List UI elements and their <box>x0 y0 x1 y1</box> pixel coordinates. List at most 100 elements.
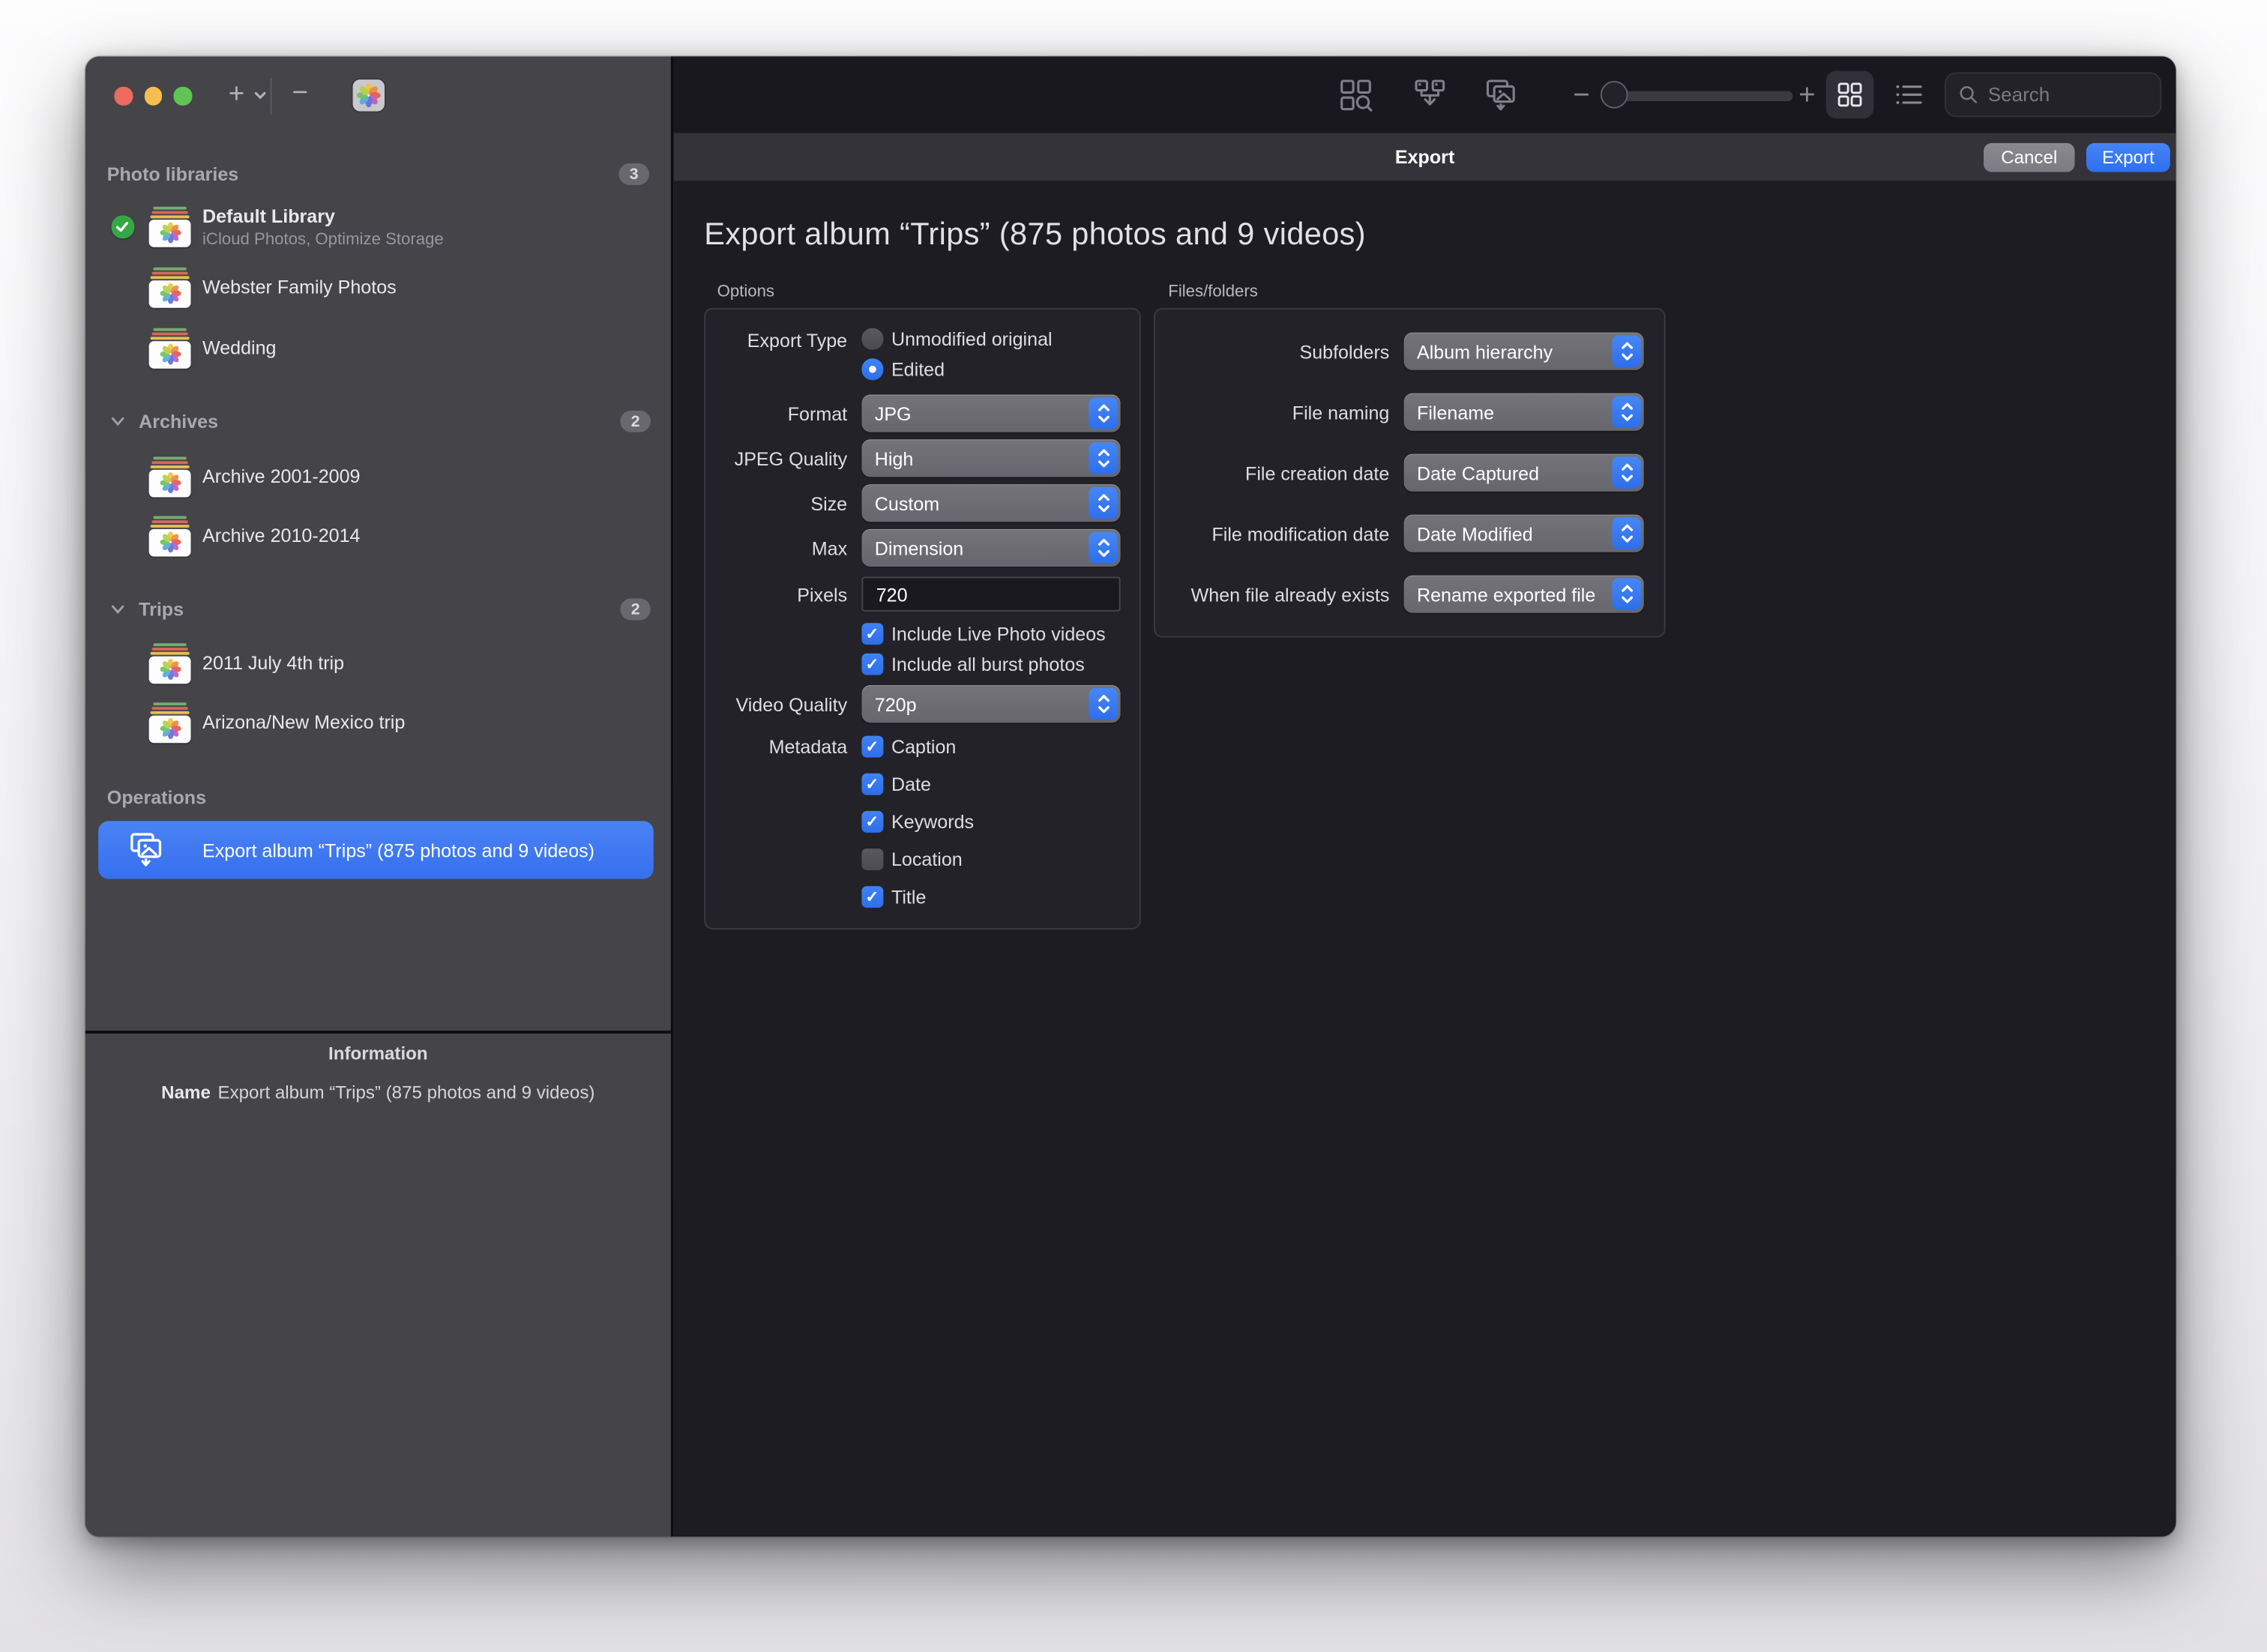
popup-value: Filename <box>1416 401 1495 423</box>
subfolders-popup[interactable]: Album hierarchy <box>1403 332 1644 370</box>
app-window: + − Photo libraries 3 Default Library iC… <box>85 56 2176 1537</box>
radio-icon[interactable] <box>861 328 883 350</box>
radio-edited[interactable]: Edited <box>861 358 1052 380</box>
export-button[interactable]: Export <box>2086 142 2170 172</box>
metadata-label: Metadata <box>768 735 848 758</box>
size-popup[interactable]: Custom <box>861 484 1121 522</box>
checkbox-icon[interactable] <box>861 811 883 833</box>
checkbox-icon[interactable] <box>861 736 883 758</box>
export-operation-icon <box>130 833 162 866</box>
checkbox-icon[interactable] <box>861 623 883 645</box>
pixels-label: Pixels <box>797 583 848 606</box>
radio-unmodified-original[interactable]: Unmodified original <box>861 328 1053 350</box>
format-popup[interactable]: JPG <box>861 394 1121 432</box>
checkbox-date[interactable]: Date <box>861 774 974 795</box>
zoom-out-icon[interactable]: − <box>1573 81 1590 110</box>
remove-library-button[interactable]: − <box>292 79 308 107</box>
library-icon <box>148 702 191 743</box>
section-archives[interactable]: Archives <box>139 411 218 432</box>
chevron-down-icon[interactable] <box>110 414 126 429</box>
video-quality-popup[interactable]: 720p <box>861 685 1121 723</box>
popup-value: Custom <box>874 492 940 514</box>
export-bar-title: Export <box>1394 145 1455 168</box>
operation-item-selected[interactable]: Export album “Trips” (875 photos and 9 v… <box>98 821 654 879</box>
checkbox-icon[interactable] <box>861 886 883 908</box>
library-name: 2011 July 4th trip <box>202 651 345 674</box>
stepper-icon <box>1612 396 1641 428</box>
library-name: Default Library <box>202 205 335 227</box>
zoom-in-icon[interactable]: + <box>1798 81 1816 110</box>
file-modification-date-label: File modification date <box>1211 522 1390 545</box>
stepper-icon <box>1089 442 1118 474</box>
add-library-button[interactable]: + <box>229 81 244 109</box>
stepper-icon <box>1612 456 1641 489</box>
size-label: Size <box>810 492 848 514</box>
popup-value: Date Captured <box>1416 462 1540 484</box>
checkbox-label: Location <box>891 848 963 870</box>
find-duplicates-icon[interactable] <box>1339 78 1373 112</box>
library-name: Archive 2001-2009 <box>202 465 361 487</box>
section-trips[interactable]: Trips <box>139 598 184 620</box>
checkbox-burst-photos[interactable]: Include all burst photos <box>861 654 1122 675</box>
checkbox-keywords[interactable]: Keywords <box>861 811 974 833</box>
section-badge: 3 <box>618 163 649 185</box>
pixels-field[interactable] <box>861 576 1121 612</box>
radio-label: Edited <box>891 358 945 381</box>
sidebar: + − Photo libraries 3 Default Library iC… <box>85 56 674 1537</box>
files-folders-panel: Subfolders Album hierarchy File naming F… <box>1153 307 1666 638</box>
zoom-button[interactable] <box>173 86 192 105</box>
export-title-bar: Export Cancel Export <box>673 133 2176 181</box>
when-file-exists-popup[interactable]: Rename exported file <box>1403 575 1644 613</box>
checkbox-live-photo-videos[interactable]: Include Live Photo videos <box>861 623 1122 645</box>
library-icon <box>148 456 191 497</box>
checkbox-icon[interactable] <box>861 774 883 795</box>
max-popup[interactable]: Dimension <box>861 528 1121 567</box>
list-view-button[interactable] <box>1885 70 1933 118</box>
checkbox-label: Title <box>891 886 927 908</box>
stepper-icon <box>1089 687 1118 720</box>
zoom-slider-knob[interactable] <box>1600 80 1628 109</box>
file-modification-date-popup[interactable]: Date Modified <box>1403 514 1644 552</box>
pixels-input[interactable] <box>873 582 1111 607</box>
search-field[interactable] <box>1944 72 2162 118</box>
grid-view-button[interactable] <box>1825 70 1874 119</box>
checkbox-location[interactable]: Location <box>861 848 974 870</box>
files-folders-label: Files/folders <box>1168 283 1258 301</box>
file-creation-date-popup[interactable]: Date Captured <box>1403 453 1644 492</box>
search-input[interactable] <box>1984 82 2136 107</box>
export-photos-icon[interactable] <box>1485 78 1520 112</box>
cancel-button[interactable]: Cancel <box>1983 142 2075 172</box>
jpeg-quality-popup[interactable]: High <box>861 439 1121 477</box>
toolbar: − + <box>673 56 2176 133</box>
jpeg-quality-label: JPEG Quality <box>734 447 848 469</box>
library-icon <box>148 328 191 368</box>
library-icon <box>148 643 191 684</box>
section-badge: 2 <box>620 598 651 621</box>
radio-label: Unmodified original <box>891 328 1053 350</box>
checkbox-caption[interactable]: Caption <box>861 736 974 758</box>
subfolders-label: Subfolders <box>1299 340 1390 363</box>
file-naming-popup[interactable]: Filename <box>1403 393 1644 431</box>
library-name: Arizona/New Mexico trip <box>202 711 406 733</box>
popup-value: Date Modified <box>1416 522 1533 545</box>
radio-icon[interactable] <box>861 358 883 380</box>
merge-libraries-icon[interactable] <box>1412 78 1447 112</box>
titlebar-divider <box>270 78 272 115</box>
add-menu-chevron-icon[interactable] <box>253 90 267 101</box>
checkbox-icon[interactable] <box>861 848 883 870</box>
checkbox-icon[interactable] <box>861 654 883 675</box>
zoom-slider-track[interactable] <box>1604 90 1793 101</box>
search-icon <box>1960 86 1978 103</box>
popup-value: High <box>874 447 914 469</box>
minimize-button[interactable] <box>143 86 162 105</box>
chevron-down-icon[interactable] <box>110 601 126 617</box>
format-label: Format <box>787 403 848 425</box>
popup-value: Dimension <box>874 537 964 559</box>
popup-value: Rename exported file <box>1416 583 1596 606</box>
file-naming-label: File naming <box>1292 401 1390 423</box>
checkbox-label: Caption <box>891 735 957 758</box>
library-icon <box>148 267 191 307</box>
checkbox-title[interactable]: Title <box>861 886 974 908</box>
section-photo-libraries: Photo libraries <box>106 163 239 185</box>
close-button[interactable] <box>114 86 133 105</box>
